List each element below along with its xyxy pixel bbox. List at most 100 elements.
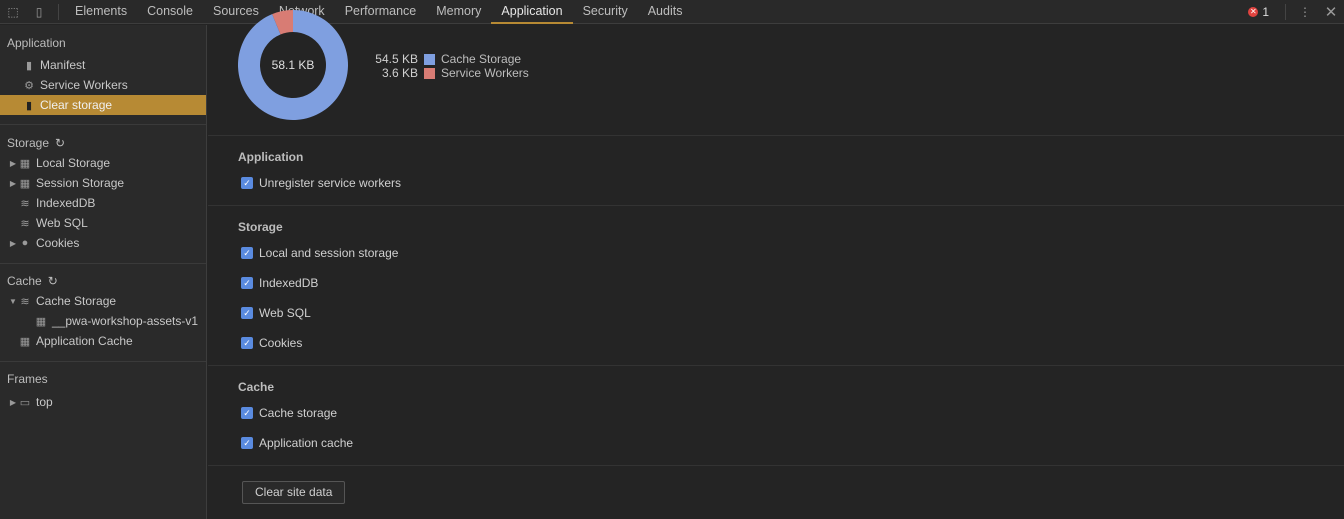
trash-icon: ▮ xyxy=(25,99,33,112)
inspect-element-icon[interactable]: ⬚ xyxy=(0,0,26,24)
section-cache: Cache ✓ Cache storage ✓ Application cache xyxy=(208,365,1344,465)
expand-arrow-icon[interactable]: ▶ xyxy=(8,239,18,248)
database-icon: ≋ xyxy=(20,217,30,230)
tab-audits[interactable]: Audits xyxy=(638,0,693,24)
checkbox-label: Application cache xyxy=(259,436,354,450)
sidebar-item-cookies[interactable]: ▶ ● Cookies xyxy=(0,233,206,253)
divider xyxy=(58,3,59,20)
sidebar-item-cache-storage[interactable]: ▼ ≋ Cache Storage xyxy=(0,291,206,311)
tab-security[interactable]: Security xyxy=(573,0,638,24)
sidebar-header-cache: Cache ↻ xyxy=(0,271,206,291)
legend-item: 3.6 KB Service Workers xyxy=(368,66,529,80)
checkbox-web-sql[interactable]: ✓ Web SQL xyxy=(241,306,311,320)
sidebar-header-storage: Storage ↻ xyxy=(0,133,206,153)
sidebar-item-label: IndexedDB xyxy=(36,196,96,210)
sidebar-item-clear-storage[interactable]: ▮ Clear storage xyxy=(0,95,206,115)
close-icon[interactable]: ✕ xyxy=(1318,0,1344,24)
tab-console[interactable]: Console xyxy=(137,0,203,24)
refresh-icon[interactable]: ↻ xyxy=(55,133,65,153)
usage-total: 58.1 KB xyxy=(271,58,315,72)
gear-icon: ⚙ xyxy=(24,79,34,92)
frame-icon: ▭ xyxy=(19,396,31,409)
usage-legend: 54.5 KB Cache Storage 3.6 KB Service Worke… xyxy=(368,52,529,80)
sidebar-item-label: Local Storage xyxy=(36,156,111,170)
legend-swatch xyxy=(424,67,435,79)
sidebar-item-label: Manifest xyxy=(40,58,86,72)
sidebar-item-label: Clear storage xyxy=(40,98,113,112)
sidebar-item-label: Service Workers xyxy=(40,78,128,92)
tab-memory[interactable]: Memory xyxy=(426,0,491,24)
sidebar-item-label: __pwa-workshop-assets-v1 xyxy=(52,314,199,328)
expand-arrow-icon[interactable]: ▶ xyxy=(8,398,18,407)
legend-label: Service Workers xyxy=(441,66,529,80)
tab-elements[interactable]: Elements xyxy=(65,0,137,24)
checkbox-checked-icon[interactable]: ✓ xyxy=(241,177,253,189)
checkbox-local-session-storage[interactable]: ✓ Local and session storage xyxy=(241,246,398,260)
error-counter[interactable]: ✕ 1 xyxy=(1248,5,1269,19)
sidebar-item-session-storage[interactable]: ▶ ▦ Session Storage xyxy=(0,173,206,193)
legend-value: 54.5 KB xyxy=(375,52,418,66)
more-options-icon[interactable]: ⋮ xyxy=(1292,0,1318,24)
file-icon: ▮ xyxy=(25,59,33,72)
sidebar-item-label: Cache Storage xyxy=(36,294,117,308)
header-label: Storage xyxy=(7,136,50,150)
sidebar-item-web-sql[interactable]: ≋ Web SQL xyxy=(0,213,206,233)
checkbox-cookies[interactable]: ✓ Cookies xyxy=(241,336,302,350)
grid-icon: ▦ xyxy=(35,315,47,328)
checkbox-application-cache[interactable]: ✓ Application cache xyxy=(241,436,353,450)
grid-icon: ▦ xyxy=(19,335,31,348)
clear-storage-panel: 58.1 KB 54.5 KB Cache Storage 3.6 KB Servi… xyxy=(208,10,1344,519)
checkbox-label: Cookies xyxy=(259,336,303,350)
section-storage: Storage ✓ Local and session storage ✓ Inde… xyxy=(208,205,1344,365)
sidebar-item-application-cache[interactable]: ▦ Application Cache xyxy=(0,331,206,351)
checkbox-checked-icon[interactable]: ✓ xyxy=(241,407,253,419)
sidebar-item-top-frame[interactable]: ▶ ▭ top xyxy=(0,392,206,412)
checkbox-label: Local and session storage xyxy=(259,246,399,260)
database-icon: ≋ xyxy=(20,197,30,210)
grid-icon: ▦ xyxy=(19,177,31,190)
expand-arrow-icon[interactable]: ▶ xyxy=(8,159,18,168)
devtools-toolbar: ⬚ ▯ Elements Console Sources Network Per… xyxy=(0,0,1344,24)
divider xyxy=(208,465,1344,466)
checkbox-label: Cache storage xyxy=(259,406,338,420)
section-title: Storage xyxy=(238,220,283,234)
sidebar-item-label: Web SQL xyxy=(36,216,88,230)
checkbox-unregister-service-workers[interactable]: ✓ Unregister service workers xyxy=(241,176,401,190)
collapse-arrow-icon[interactable]: ▼ xyxy=(8,297,18,306)
checkbox-checked-icon[interactable]: ✓ xyxy=(241,307,253,319)
checkbox-checked-icon[interactable]: ✓ xyxy=(241,437,253,449)
checkbox-cache-storage[interactable]: ✓ Cache storage xyxy=(241,406,337,420)
sidebar-item-local-storage[interactable]: ▶ ▦ Local Storage xyxy=(0,153,206,173)
clear-site-data-button[interactable]: Clear site data xyxy=(242,481,346,504)
database-icon: ≋ xyxy=(20,295,30,308)
cookie-icon: ● xyxy=(21,237,29,249)
sidebar-item-label: Cookies xyxy=(36,236,80,250)
error-count: 1 xyxy=(1262,4,1269,19)
sidebar-item-service-workers[interactable]: ⚙ Service Workers xyxy=(0,75,206,95)
checkbox-indexeddb[interactable]: ✓ IndexedDB xyxy=(241,276,318,290)
section-application: Application ✓ Unregister service workers xyxy=(208,135,1344,205)
legend-item: 54.5 KB Cache Storage xyxy=(368,52,529,66)
sidebar-item-indexeddb[interactable]: ≋ IndexedDB xyxy=(0,193,206,213)
section-title: Application xyxy=(238,150,304,164)
device-toolbar-icon[interactable]: ▯ xyxy=(26,0,52,24)
checkbox-label: Unregister service workers xyxy=(259,176,402,190)
sidebar-item-cache-entry[interactable]: ▦ __pwa-workshop-assets-v1 xyxy=(0,311,206,331)
checkbox-label: IndexedDB xyxy=(259,276,319,290)
error-icon: ✕ xyxy=(1248,6,1259,17)
checkbox-checked-icon[interactable]: ✓ xyxy=(241,247,253,259)
refresh-icon[interactable]: ↻ xyxy=(48,271,58,291)
sidebar-item-manifest[interactable]: ▮ Manifest xyxy=(0,55,206,75)
legend-swatch xyxy=(424,53,435,65)
sidebar-item-label: top xyxy=(36,395,53,409)
sidebar: Application ▮ Manifest ⚙ Service Workers ▮… xyxy=(0,25,207,519)
header-label: Cache xyxy=(7,274,42,288)
checkbox-checked-icon[interactable]: ✓ xyxy=(241,277,253,289)
checkbox-label: Web SQL xyxy=(259,306,311,320)
sidebar-item-label: Session Storage xyxy=(36,176,125,190)
legend-label: Cache Storage xyxy=(441,52,522,66)
sidebar-header-application: Application xyxy=(7,36,66,50)
tab-application[interactable]: Application xyxy=(491,0,573,24)
checkbox-checked-icon[interactable]: ✓ xyxy=(241,337,253,349)
expand-arrow-icon[interactable]: ▶ xyxy=(8,179,18,188)
